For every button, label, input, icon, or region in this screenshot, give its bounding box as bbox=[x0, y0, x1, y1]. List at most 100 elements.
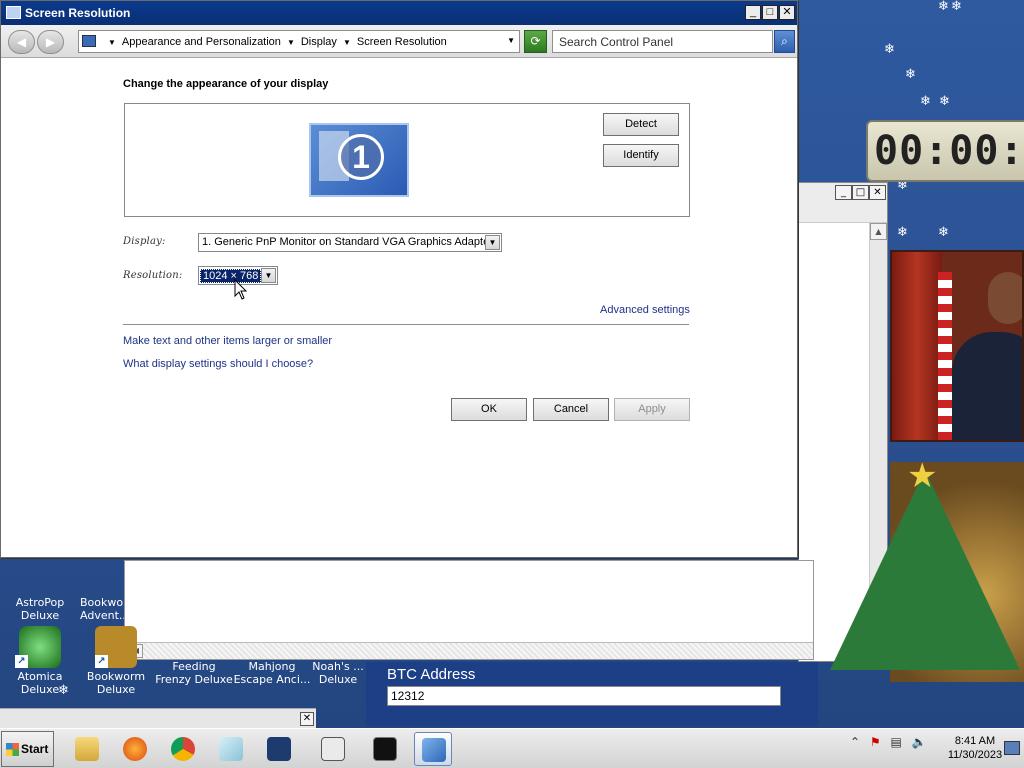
snowflake: ❄ bbox=[951, 0, 962, 14]
terminal-icon bbox=[373, 737, 397, 761]
show-hidden-icons-icon[interactable]: ⌃ bbox=[850, 735, 860, 749]
atomica-icon: ↗ bbox=[15, 626, 61, 668]
taskbar-notepad[interactable] bbox=[212, 732, 250, 766]
advanced-settings-link[interactable]: Advanced settings bbox=[600, 304, 690, 316]
display-select[interactable]: 1. Generic PnP Monitor on Standard VGA G… bbox=[198, 233, 502, 252]
desktop-icon-label: Bookworm Deluxe bbox=[86, 670, 146, 696]
firefox-icon bbox=[123, 737, 147, 761]
divider bbox=[123, 324, 689, 325]
taskbar-document[interactable] bbox=[314, 732, 352, 766]
breadcrumb-item[interactable]: Screen Resolution bbox=[357, 36, 447, 48]
desktop-icon-label: Mahjong Escape Anci... bbox=[233, 660, 311, 686]
drape bbox=[892, 252, 942, 440]
christmas-tree-icon bbox=[830, 470, 1020, 670]
display-help-link[interactable]: What display settings should I choose? bbox=[123, 358, 313, 370]
ok-button[interactable]: OK bbox=[451, 398, 527, 421]
detect-button[interactable]: Detect bbox=[603, 113, 679, 136]
snowflake: ❄ bbox=[905, 67, 916, 82]
snowflake: ❄ bbox=[920, 94, 931, 109]
close-icon[interactable]: ✕ bbox=[779, 5, 795, 20]
notepad-icon bbox=[219, 737, 243, 761]
windows-logo-icon bbox=[6, 743, 19, 756]
identify-button[interactable]: Identify bbox=[603, 144, 679, 167]
snowflake: ❄ bbox=[897, 225, 908, 240]
desktop-icon-astropop[interactable]: ↗ AstroPop Deluxe bbox=[0, 552, 80, 622]
background-window-titlebar: _ □ ✕ bbox=[799, 183, 887, 223]
minimize-icon[interactable]: _ bbox=[835, 185, 852, 200]
snowflake: ❄ bbox=[884, 42, 895, 57]
bookworm-icon: ↗ bbox=[95, 626, 137, 668]
monitor-preview: 1 Detect Identify bbox=[124, 103, 690, 217]
mouse-cursor-icon bbox=[234, 279, 248, 300]
control-panel-icon bbox=[82, 35, 96, 47]
apply-button[interactable]: Apply bbox=[614, 398, 690, 421]
btc-address-input[interactable] bbox=[387, 686, 781, 706]
maximize-icon[interactable]: □ bbox=[852, 185, 869, 200]
taskbar-control-panel[interactable] bbox=[414, 732, 452, 766]
portrait-photo bbox=[890, 250, 1024, 442]
horizontal-scrollbar[interactable]: ◀ bbox=[125, 642, 813, 659]
taskbar-cmd[interactable] bbox=[366, 732, 404, 766]
text-size-link[interactable]: Make text and other items larger or smal… bbox=[123, 335, 332, 347]
snowflake: ❄ bbox=[938, 225, 949, 240]
desktop-icon-bookworm[interactable]: ↗ Bookworm Deluxe bbox=[76, 626, 156, 696]
minimize-icon[interactable]: _ bbox=[745, 5, 761, 20]
suit bbox=[952, 332, 1022, 440]
close-icon[interactable]: ✕ bbox=[869, 185, 886, 200]
window-titlebar: Screen Resolution _ □ ✕ bbox=[1, 1, 797, 25]
system-tray: ⌃ ⚑ ▤ 🔈 bbox=[850, 735, 927, 749]
history-dropdown-icon[interactable]: ▼ bbox=[507, 36, 515, 45]
chevron-down-icon[interactable]: ▼ bbox=[108, 38, 116, 47]
monitor-icon[interactable]: 1 bbox=[309, 123, 409, 197]
chevron-down-icon[interactable]: ▼ bbox=[485, 235, 500, 250]
head bbox=[988, 272, 1022, 324]
app-icon bbox=[267, 737, 291, 761]
desktop-icon-atomica[interactable]: ↗ Atomica Deluxe bbox=[0, 626, 80, 696]
chevron-down-icon[interactable]: ▼ bbox=[343, 38, 351, 47]
resolution-label: Resolution: bbox=[123, 270, 183, 281]
search-icon[interactable]: ⌕ bbox=[774, 30, 795, 53]
cancel-button[interactable]: Cancel bbox=[533, 398, 609, 421]
breadcrumb-item[interactable]: Appearance and Personalization bbox=[122, 36, 281, 48]
folder-icon bbox=[75, 737, 99, 761]
taskbar-clock[interactable]: 8:41 AM 11/30/2023 bbox=[940, 734, 1010, 762]
chevron-down-icon[interactable]: ▼ bbox=[287, 38, 295, 47]
close-icon[interactable]: ✕ bbox=[300, 712, 314, 726]
maximize-icon[interactable]: □ bbox=[762, 5, 778, 20]
forward-button[interactable]: ▶ bbox=[37, 30, 64, 54]
display-icon bbox=[6, 6, 21, 19]
action-center-icon[interactable]: ⚑ bbox=[870, 735, 881, 749]
digital-clock-widget: 00:00:00 bbox=[866, 120, 1024, 182]
star-icon: ★ bbox=[907, 456, 938, 496]
breadcrumb-item[interactable]: Display bbox=[301, 36, 337, 48]
flag bbox=[938, 272, 952, 440]
snowflake: ❄ bbox=[939, 94, 950, 109]
breadcrumb[interactable]: ▼ Appearance and Personalization ▼ Display ▼… bbox=[78, 30, 520, 53]
clock-digits: 00:00:00 bbox=[874, 128, 1024, 174]
desktop-icon-label: Bookworm Advent... bbox=[80, 596, 124, 622]
desktop-icon-noahs[interactable]: Noah's ... Deluxe bbox=[310, 660, 366, 686]
search-input[interactable]: Search Control Panel bbox=[552, 30, 773, 53]
volume-icon[interactable]: 🔈 bbox=[912, 735, 927, 749]
screen-resolution-window: Screen Resolution _ □ ✕ ◀ ▶ ▼ Appearance … bbox=[0, 0, 798, 558]
refresh-button[interactable]: ⟳ bbox=[524, 30, 547, 53]
show-desktop-icon[interactable] bbox=[1004, 741, 1020, 755]
taskbar-app[interactable] bbox=[260, 732, 298, 766]
network-icon[interactable]: ▤ bbox=[890, 735, 901, 749]
taskbar-chrome[interactable] bbox=[164, 732, 202, 766]
taskbar-firefox[interactable] bbox=[116, 732, 154, 766]
taskbar: Start ⌃ ⚑ ▤ 🔈 8:41 AM 11/30/2023 bbox=[0, 728, 1024, 768]
start-button[interactable]: Start bbox=[1, 731, 54, 767]
desktop-icon-bookworm-adventures[interactable]: Bookworm Advent... bbox=[80, 552, 124, 622]
display-label: Display: bbox=[123, 236, 166, 247]
scroll-up-icon[interactable]: ▲ bbox=[870, 223, 887, 240]
desktop-icon-mahjong-escape[interactable]: Mahjong Escape Anci... bbox=[232, 660, 312, 686]
taskbar-explorer[interactable] bbox=[68, 732, 106, 766]
chevron-down-icon[interactable]: ▼ bbox=[261, 268, 276, 283]
desktop-icon-feeding-frenzy[interactable]: Feeding Frenzy Deluxe bbox=[154, 660, 234, 686]
back-button[interactable]: ◀ bbox=[8, 30, 35, 54]
resolution-select-value: 1024 × 768 bbox=[200, 269, 262, 283]
background-window-2: ◀ bbox=[124, 560, 814, 660]
window-title: Screen Resolution bbox=[25, 6, 131, 20]
start-label: Start bbox=[21, 742, 49, 756]
